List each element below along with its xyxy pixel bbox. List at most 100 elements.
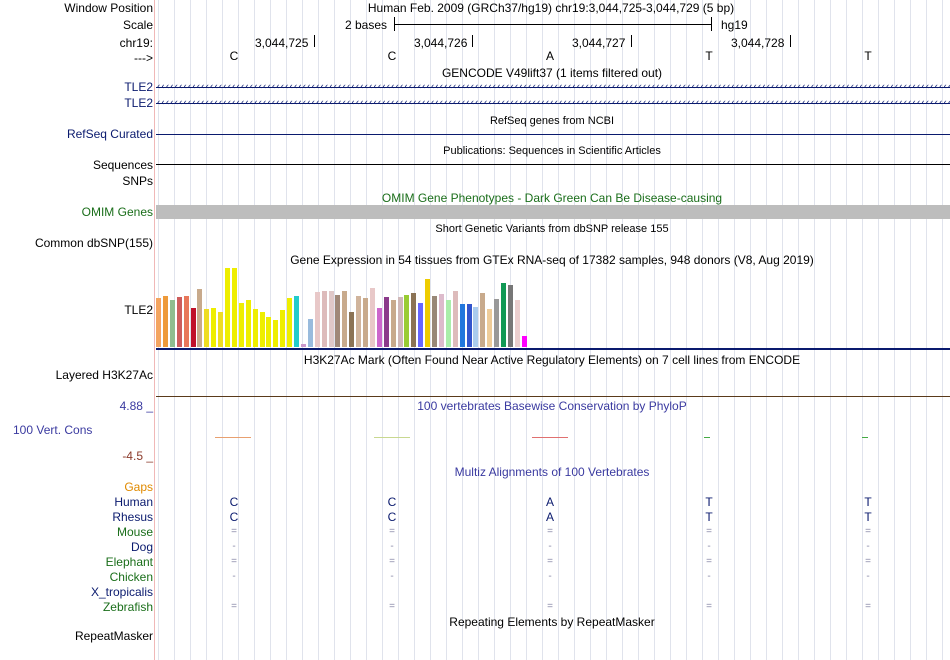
- gtex-tissue-bar[interactable]: [190, 308, 196, 347]
- gtex-tissue-bar[interactable]: [259, 312, 265, 347]
- gtex-bar-chart[interactable]: [156, 268, 536, 347]
- dbsnp-track-label[interactable]: Common dbSNP(155): [35, 236, 153, 250]
- omim-gene-block[interactable]: [156, 205, 950, 219]
- gtex-tissue-bar[interactable]: [204, 309, 210, 347]
- gtex-tissue-bar[interactable]: [225, 268, 230, 347]
- gtex-tissue-bar[interactable]: [438, 294, 444, 347]
- gencode-track-title[interactable]: GENCODE V49lift37 (1 items filtered out): [442, 66, 662, 80]
- gtex-tissue-bar[interactable]: [514, 300, 520, 347]
- gencode-transcript-chevrons[interactable]: ‹‹‹‹‹‹‹‹‹‹‹‹‹‹‹‹‹‹‹‹‹‹‹‹‹‹‹‹‹‹‹‹‹‹‹‹‹‹‹‹…: [156, 96, 950, 110]
- gtex-tissue-bar[interactable]: [507, 285, 513, 347]
- gencode-item-label[interactable]: TLE2: [124, 80, 153, 94]
- gtex-tissue-bar[interactable]: [383, 297, 389, 347]
- repeatmasker-track-title[interactable]: Repeating Elements by RepeatMasker: [449, 615, 654, 629]
- gtex-tissue-bar[interactable]: [287, 298, 293, 347]
- gtex-tissue-bar[interactable]: [411, 293, 417, 347]
- gtex-tissue-bar[interactable]: [349, 312, 355, 347]
- gtex-tissue-bar[interactable]: [273, 320, 279, 347]
- genome-browser-image[interactable]: Window Position Human Feb. 2009 (GRCh37/…: [0, 0, 950, 660]
- gtex-tissue-bar[interactable]: [480, 293, 486, 347]
- refseq-track-title[interactable]: RefSeq genes from NCBI: [490, 114, 614, 128]
- gtex-tissue-bar[interactable]: [169, 300, 175, 347]
- gencode-transcript-chevrons[interactable]: ‹‹‹‹‹‹‹‹‹‹‹‹‹‹‹‹‹‹‹‹‹‹‹‹‹‹‹‹‹‹‹‹‹‹‹‹‹‹‹‹…: [156, 80, 950, 94]
- gtex-tissue-bar[interactable]: [197, 289, 203, 347]
- gtex-tissue-bar[interactable]: [466, 304, 472, 347]
- gtex-tissue-bar[interactable]: [376, 308, 382, 347]
- species-label[interactable]: Chicken: [110, 570, 153, 584]
- gtex-tissue-bar[interactable]: [501, 283, 506, 347]
- omim-track-label[interactable]: OMIM Genes: [82, 205, 153, 219]
- species-label[interactable]: Rhesus: [112, 510, 153, 524]
- conservation-track-label[interactable]: 100 Vert. Cons: [13, 423, 92, 437]
- scale-value: 2 bases: [345, 18, 388, 32]
- gtex-tissue-bar[interactable]: [321, 291, 327, 347]
- gtex-tissue-bar[interactable]: [218, 312, 224, 347]
- multiz-track-title[interactable]: Multiz Alignments of 100 Vertebrates: [455, 465, 650, 479]
- gtex-track-label[interactable]: TLE2: [124, 303, 153, 317]
- gtex-tissue-bar[interactable]: [363, 298, 368, 347]
- gtex-tissue-bar[interactable]: [425, 279, 431, 347]
- gtex-tissue-bar[interactable]: [328, 291, 334, 347]
- species-label[interactable]: Gaps: [124, 480, 153, 494]
- gtex-tissue-bar[interactable]: [314, 292, 320, 347]
- gtex-tissue-bar[interactable]: [183, 296, 189, 347]
- gtex-tissue-bar[interactable]: [397, 297, 403, 347]
- species-label[interactable]: Zebrafish: [103, 600, 153, 614]
- dbsnp-track-title[interactable]: Short Genetic Variants from dbSNP releas…: [435, 222, 668, 236]
- gtex-tissue-bar[interactable]: [521, 336, 527, 347]
- alignment-glyph: C: [229, 510, 239, 524]
- sequences-line[interactable]: [156, 164, 950, 165]
- gtex-tissue-bar[interactable]: [432, 296, 437, 347]
- gtex-tissue-bar[interactable]: [294, 296, 299, 347]
- gtex-tissue-bar[interactable]: [356, 296, 362, 347]
- gtex-tissue-bar[interactable]: [307, 319, 313, 347]
- h3k27ac-track-label[interactable]: Layered H3K27Ac: [56, 368, 153, 382]
- gtex-tissue-bar[interactable]: [487, 309, 493, 347]
- species-label[interactable]: Mouse: [117, 525, 153, 539]
- species-label[interactable]: Dog: [131, 540, 153, 554]
- gtex-tissue-bar[interactable]: [459, 304, 465, 347]
- position-label: 3,044,727: [572, 36, 626, 50]
- gtex-tissue-bar[interactable]: [342, 291, 348, 347]
- gtex-tissue-bar[interactable]: [390, 300, 396, 347]
- gtex-tissue-bar[interactable]: [176, 297, 182, 347]
- refseq-gene-line[interactable]: [156, 134, 950, 135]
- repeatmasker-track-label[interactable]: RepeatMasker: [75, 629, 153, 643]
- alignment-glyph: -: [707, 541, 711, 552]
- alignment-glyph: T: [864, 510, 872, 524]
- gtex-tissue-bar[interactable]: [445, 300, 451, 347]
- conservation-track-title[interactable]: 100 vertebrates Basewise Conservation by…: [417, 399, 686, 413]
- gtex-tissue-bar[interactable]: [211, 308, 217, 347]
- alignment-glyph: -: [390, 571, 394, 582]
- gtex-tissue-bar[interactable]: [245, 300, 251, 347]
- gtex-tissue-bar[interactable]: [494, 299, 500, 347]
- gtex-track-title[interactable]: Gene Expression in 54 tissues from GTEx …: [290, 253, 814, 267]
- publications-track-title[interactable]: Publications: Sequences in Scientific Ar…: [443, 144, 661, 158]
- gtex-tissue-bar[interactable]: [300, 344, 306, 347]
- gtex-tissue-bar[interactable]: [280, 310, 286, 347]
- gtex-tissue-bar[interactable]: [335, 295, 341, 347]
- gtex-tissue-bar[interactable]: [156, 298, 161, 347]
- sequences-label[interactable]: Sequences: [93, 158, 153, 172]
- snps-label[interactable]: SNPs: [122, 174, 153, 188]
- scale-label: Scale: [122, 18, 153, 32]
- gtex-tissue-bar[interactable]: [238, 303, 244, 347]
- gtex-tissue-bar[interactable]: [266, 317, 272, 347]
- gtex-tissue-bar[interactable]: [473, 307, 479, 347]
- alignment-glyph: -: [232, 571, 236, 582]
- gtex-tissue-bar[interactable]: [162, 296, 168, 347]
- gtex-tissue-bar[interactable]: [418, 303, 424, 347]
- gtex-tissue-bar[interactable]: [404, 295, 410, 347]
- gtex-tissue-bar[interactable]: [252, 309, 258, 347]
- gtex-tissue-bar[interactable]: [452, 291, 458, 347]
- species-label[interactable]: X_tropicalis: [91, 585, 153, 599]
- base-letter: T: [864, 49, 872, 63]
- species-label[interactable]: Elephant: [106, 555, 153, 569]
- h3k27ac-track-title[interactable]: H3K27Ac Mark (Often Found Near Active Re…: [304, 353, 800, 367]
- species-label[interactable]: Human: [114, 495, 153, 509]
- gtex-tissue-bar[interactable]: [231, 268, 237, 347]
- omim-track-title[interactable]: OMIM Gene Phenotypes - Dark Green Can Be…: [382, 191, 722, 205]
- refseq-track-label[interactable]: RefSeq Curated: [67, 127, 153, 141]
- gtex-tissue-bar[interactable]: [369, 288, 375, 347]
- gencode-item-label[interactable]: TLE2: [124, 96, 153, 110]
